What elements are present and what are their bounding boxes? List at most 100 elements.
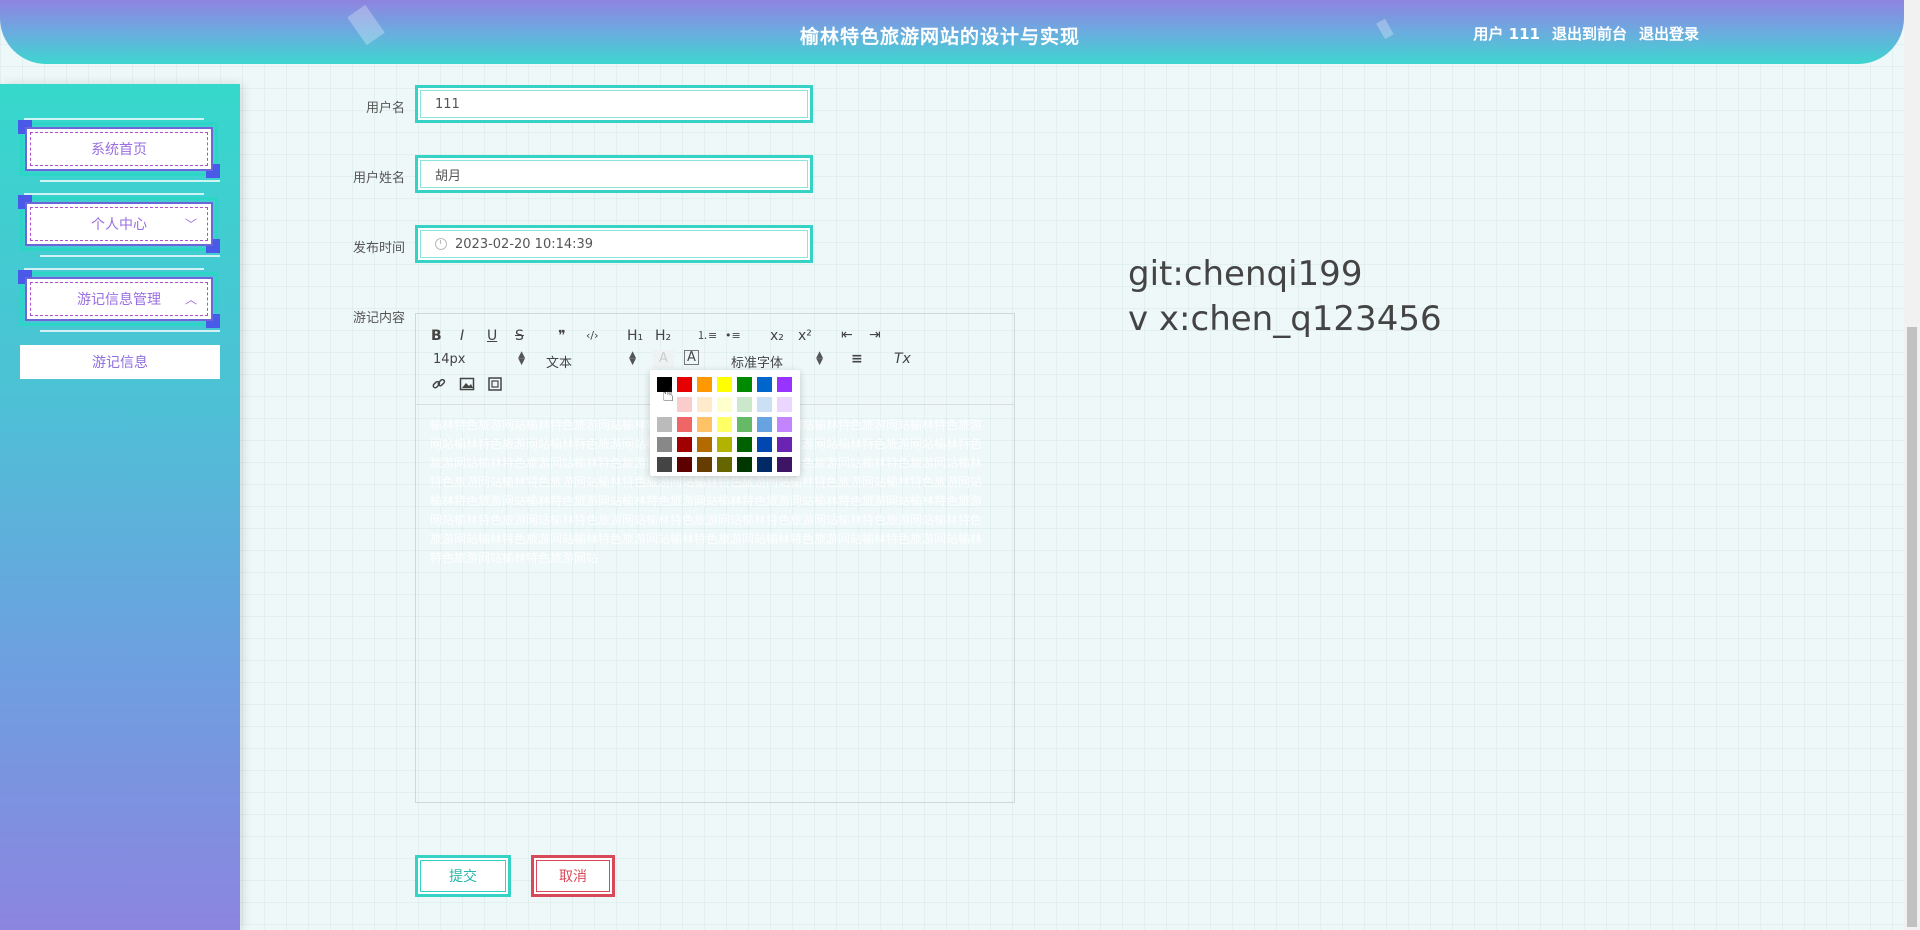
content-label: 游记内容 [352,311,405,326]
menu-decoration [40,180,220,182]
underline-button[interactable]: U [487,328,497,344]
color-swatch[interactable] [737,437,752,452]
sidebar-item-label: 系统首页 [30,132,208,166]
subscript-button[interactable]: x₂ [770,328,784,344]
color-swatch[interactable] [677,417,692,432]
sidebar-item-label: 游记信息管理 [30,282,208,316]
outdent-button[interactable]: ⇤ [841,327,853,343]
color-swatch[interactable] [677,437,692,452]
clean-format-button[interactable]: Tx [894,351,911,367]
color-swatch[interactable] [757,397,772,412]
color-swatch[interactable] [717,377,732,392]
sidebar-item-home[interactable]: 系统首页 [18,120,220,178]
publish-time-value: 2023-02-20 10:14:39 [455,236,594,252]
color-swatch[interactable] [757,417,772,432]
publish-time-picker[interactable]: 2023-02-20 10:14:39 [415,225,813,263]
color-swatch[interactable] [717,437,732,452]
color-swatch[interactable] [717,417,732,432]
color-swatch[interactable] [737,417,752,432]
heading1-button[interactable]: H₁ [627,328,643,344]
realname-value: 胡月 [420,160,808,188]
color-swatch[interactable] [657,377,672,392]
size-select[interactable]: 14px ▲ ▼ [433,350,525,368]
menu-decoration [24,118,204,120]
color-swatch[interactable] [777,397,792,412]
color-swatch[interactable] [777,457,792,472]
menu-decoration [24,268,204,270]
color-swatch[interactable] [697,397,712,412]
color-swatch[interactable] [737,397,752,412]
video-icon[interactable] [487,376,503,392]
color-swatch[interactable] [677,457,692,472]
ordered-list-button[interactable]: ⒈≡ [697,328,717,344]
color-swatch[interactable] [697,457,712,472]
color-swatch[interactable] [697,417,712,432]
color-swatch[interactable] [737,377,752,392]
sidebar-item-travel-notes-management[interactable]: 游记信息管理 ︿ [18,270,220,328]
cancel-button[interactable]: 取消 [531,855,615,897]
color-swatch[interactable] [657,457,672,472]
color-swatch[interactable] [657,397,672,412]
sidebar-subitem-travel-notes[interactable]: 游记信息 [20,345,220,379]
code-block-button[interactable]: ‹/› [586,328,599,344]
username-field[interactable]: 111 [415,85,813,123]
logout-link[interactable]: 退出登录 [1639,23,1699,44]
indent-button[interactable]: ⇥ [869,327,881,343]
current-user-link[interactable]: 用户 111 [1473,23,1540,44]
color-swatch[interactable] [717,397,732,412]
superscript-button[interactable]: x² [798,328,812,344]
header-select[interactable]: 文本 ▲ ▼ [546,350,636,372]
color-swatch[interactable] [677,377,692,392]
color-swatch[interactable] [757,457,772,472]
color-swatch[interactable] [657,437,672,452]
publish-time-inner: 2023-02-20 10:14:39 [420,230,808,258]
bullet-list-button[interactable]: •≡ [725,328,741,344]
submit-button[interactable]: 提交 [415,855,511,897]
align-button[interactable]: ≡ [851,351,863,367]
color-swatch[interactable] [777,377,792,392]
clock-icon [435,238,447,250]
bold-button[interactable]: B [431,328,442,344]
color-swatch[interactable] [697,377,712,392]
publish-time-label: 发布时间 [352,241,405,256]
select-caret-icon: ▲ ▼ [518,350,525,367]
scrollbar-thumb[interactable] [1907,327,1917,927]
back-to-frontend-link[interactable]: 退出到前台 [1552,23,1627,44]
color-swatch[interactable] [777,437,792,452]
color-swatch[interactable] [757,377,772,392]
menu-inner: 系统首页 [25,127,213,171]
realname-field[interactable]: 胡月 [415,155,813,193]
font-select[interactable]: 标准字体 ▲ ▼ [731,350,823,372]
contact-git: git:chenqi199 [1128,254,1363,294]
username-label: 用户名 [365,101,405,116]
blockquote-button[interactable]: ❞ [558,328,566,344]
select-caret-icon: ▲ ▼ [629,350,636,367]
link-icon[interactable] [431,376,447,392]
color-swatch[interactable] [717,457,732,472]
menu-decoration [24,193,204,195]
size-select-value: 14px [433,352,466,367]
sidebar: 系统首页 个人中心 ﹀ 游记信息管理 ︿ 游记信息 [0,84,240,930]
menu-decoration [40,255,220,257]
color-swatch[interactable] [737,457,752,472]
menu-inner: 游记信息管理 ︿ [25,277,213,321]
image-icon[interactable] [459,376,475,392]
heading2-button[interactable]: H₂ [655,328,671,344]
select-caret-icon: ▲ ▼ [816,350,823,367]
header-select-value: 文本 [546,356,573,371]
chevron-up-icon: ︿ [184,292,197,307]
color-swatch[interactable] [777,417,792,432]
color-swatch[interactable] [757,437,772,452]
sidebar-item-personal-center[interactable]: 个人中心 ﹀ [18,195,220,253]
strike-button[interactable]: S [515,328,524,344]
color-swatch[interactable] [657,417,672,432]
header-nav: 用户 111 退出到前台 退出登录 [1473,23,1699,44]
color-swatch[interactable] [677,397,692,412]
italic-button[interactable]: I [460,328,464,344]
background-color-icon[interactable]: A [684,350,699,365]
contact-info: git:chenqi199 v x:chen_q123456 [1128,252,1442,342]
menu-inner: 个人中心 ﹀ [25,202,213,246]
page-scrollbar[interactable] [1904,0,1920,930]
color-swatch[interactable] [697,437,712,452]
font-color-icon[interactable]: A [653,350,674,368]
